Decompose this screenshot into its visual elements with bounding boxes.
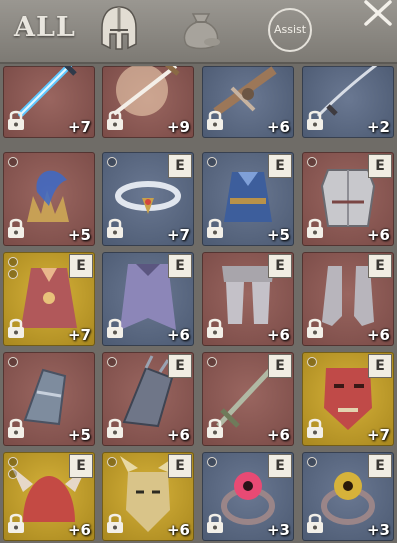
- enhance-level: +5: [67, 226, 91, 244]
- enhance-level: +6: [166, 521, 190, 539]
- lock-icon[interactable]: [305, 417, 325, 443]
- equipped-badge: E: [368, 354, 392, 378]
- item-slot-plate-legs[interactable]: E +6: [202, 252, 294, 346]
- gem-socket-icon: [207, 157, 217, 167]
- enhance-level: +6: [266, 118, 290, 136]
- lock-icon[interactable]: [105, 417, 125, 443]
- item-slot-katana[interactable]: +2: [302, 66, 394, 138]
- enhance-level: +6: [266, 326, 290, 344]
- gem-socket-icon: [207, 357, 217, 367]
- enhance-level: +6: [67, 521, 91, 539]
- enhance-level: +5: [266, 226, 290, 244]
- gem-socket-icon: [8, 469, 18, 479]
- enhance-level: +5: [67, 426, 91, 444]
- item-slot-horned-helm[interactable]: E +6: [3, 452, 95, 541]
- gem-socket-icon: [8, 269, 18, 279]
- lock-icon[interactable]: [305, 217, 325, 243]
- item-slot-golden-mask[interactable]: E +6: [102, 452, 194, 541]
- item-slot-feather-crown[interactable]: +5: [3, 152, 95, 246]
- lock-icon[interactable]: [6, 109, 26, 135]
- equipped-badge: E: [168, 354, 192, 378]
- close-icon[interactable]: [360, 0, 396, 32]
- lock-icon[interactable]: [205, 512, 225, 538]
- equipped-badge: E: [168, 254, 192, 278]
- gem-socket-icon: [307, 457, 317, 467]
- gem-socket-icon: [307, 357, 317, 367]
- gem-socket-icon: [207, 457, 217, 467]
- lock-icon[interactable]: [205, 109, 225, 135]
- item-slot-crossbow[interactable]: +6: [202, 66, 294, 138]
- enhance-level: +6: [366, 226, 390, 244]
- item-slot-red-mask[interactable]: E +7: [302, 352, 394, 446]
- lock-icon[interactable]: [205, 317, 225, 343]
- equipped-badge: E: [168, 154, 192, 178]
- assist-button[interactable]: Assist: [268, 8, 312, 52]
- item-slot-gauntlet[interactable]: +5: [3, 352, 95, 446]
- item-slot-plate-armor[interactable]: E +6: [302, 152, 394, 246]
- equipped-badge: E: [268, 354, 292, 378]
- enhance-level: +2: [366, 118, 390, 136]
- enhance-level: +7: [166, 226, 190, 244]
- lock-icon[interactable]: [105, 217, 125, 243]
- item-slot-spiked-gauntlet[interactable]: E +6: [102, 352, 194, 446]
- enhance-level: +7: [366, 426, 390, 444]
- gem-socket-icon: [107, 357, 117, 367]
- enhance-level: +6: [166, 326, 190, 344]
- item-slot-green-sword[interactable]: E +6: [202, 352, 294, 446]
- equipped-badge: E: [268, 454, 292, 478]
- lock-icon[interactable]: [6, 512, 26, 538]
- enhance-level: +6: [366, 326, 390, 344]
- item-slot-pink-eye-ring[interactable]: E +3: [202, 452, 294, 541]
- enhance-level: +7: [67, 118, 91, 136]
- equipped-badge: E: [268, 254, 292, 278]
- enhance-level: +3: [266, 521, 290, 539]
- equipped-badge: E: [69, 254, 93, 278]
- inventory-header: ALL Assist: [0, 0, 397, 64]
- gem-socket-icon: [307, 157, 317, 167]
- item-slot-glowing-sword[interactable]: +9: [102, 66, 194, 138]
- gem-socket-icon: [8, 357, 18, 367]
- equipped-badge: E: [368, 454, 392, 478]
- lock-icon[interactable]: [6, 417, 26, 443]
- gem-socket-icon: [8, 257, 18, 267]
- item-grid: +7 +9 +6 +2 +5 E +7 E +5 E +6 E +7 E +6 E +6 E +6 +5 E +6 E +6 E…: [0, 62, 397, 543]
- item-slot-pink-robe[interactable]: E +7: [3, 252, 95, 346]
- item-slot-purple-cape[interactable]: E +6: [102, 252, 194, 346]
- lock-icon[interactable]: [105, 512, 125, 538]
- lock-icon[interactable]: [105, 109, 125, 135]
- gem-socket-icon: [8, 157, 18, 167]
- equipped-badge: E: [268, 154, 292, 178]
- enhance-level: +7: [67, 326, 91, 344]
- pouch-icon[interactable]: [178, 8, 224, 56]
- lock-icon[interactable]: [6, 217, 26, 243]
- tab-all[interactable]: ALL: [14, 12, 76, 43]
- item-slot-circlet[interactable]: E +7: [102, 152, 194, 246]
- gem-socket-icon: [107, 157, 117, 167]
- item-slot-yellow-eye-ring[interactable]: E +3: [302, 452, 394, 541]
- helmet-icon[interactable]: [96, 4, 142, 56]
- enhance-level: +9: [166, 118, 190, 136]
- equipped-badge: E: [168, 454, 192, 478]
- lock-icon[interactable]: [205, 417, 225, 443]
- equipped-badge: E: [69, 454, 93, 478]
- gem-socket-icon: [8, 457, 18, 467]
- gem-socket-icon: [107, 457, 117, 467]
- lock-icon[interactable]: [205, 217, 225, 243]
- item-slot-blue-robe[interactable]: E +5: [202, 152, 294, 246]
- equipped-badge: E: [368, 154, 392, 178]
- lock-icon[interactable]: [305, 317, 325, 343]
- enhance-level: +6: [166, 426, 190, 444]
- enhance-level: +3: [366, 521, 390, 539]
- lock-icon[interactable]: [305, 109, 325, 135]
- enhance-level: +6: [266, 426, 290, 444]
- item-slot-plate-boots[interactable]: E +6: [302, 252, 394, 346]
- equipped-badge: E: [368, 254, 392, 278]
- lock-icon[interactable]: [105, 317, 125, 343]
- lock-icon[interactable]: [305, 512, 325, 538]
- lock-icon[interactable]: [6, 317, 26, 343]
- item-slot-blue-dagger[interactable]: +7: [3, 66, 95, 138]
